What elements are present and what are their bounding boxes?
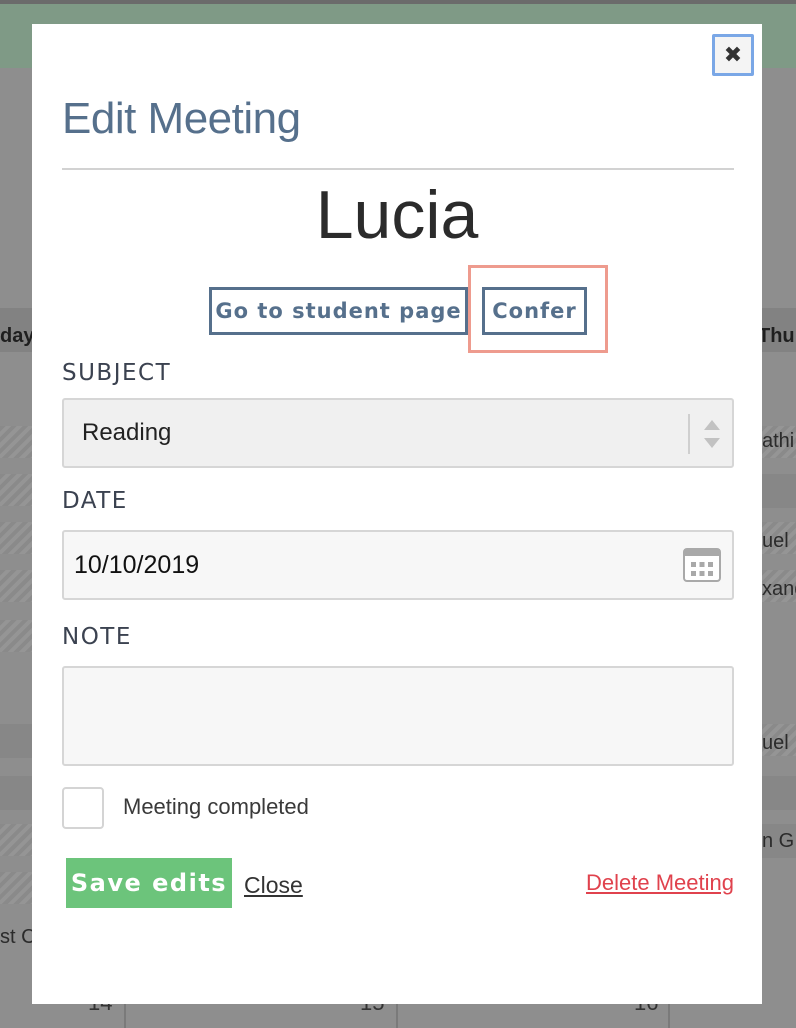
background-cell-text: st C <box>0 926 36 948</box>
background-event <box>0 724 32 758</box>
background-event <box>762 474 796 508</box>
date-label: DATE <box>62 488 128 514</box>
background-event <box>0 474 32 506</box>
subject-select[interactable]: Reading <box>62 398 734 468</box>
save-edits-button[interactable]: Save edits <box>66 858 232 908</box>
calendar-icon[interactable] <box>682 546 722 584</box>
edit-meeting-modal: ✖ Edit Meeting Lucia Go to student page … <box>32 24 762 1004</box>
background-day-label-right: Thu <box>758 325 795 347</box>
delete-meeting-link[interactable]: Delete Meeting <box>586 870 734 896</box>
background-cell-text: athi <box>762 430 795 452</box>
background-cell-text: uel <box>762 530 789 552</box>
modal-title: Edit Meeting <box>62 94 301 143</box>
background-divider <box>124 1004 126 1028</box>
background-divider <box>396 1004 398 1028</box>
select-divider <box>688 414 690 454</box>
subject-value: Reading <box>82 419 172 446</box>
background-divider <box>668 1004 670 1028</box>
confer-button[interactable]: Confer <box>482 287 587 335</box>
meeting-completed-checkbox[interactable] <box>62 787 104 829</box>
background-event <box>0 522 32 554</box>
background-cell-text: n G <box>762 830 795 852</box>
background-event <box>0 570 32 602</box>
date-input[interactable]: 10/10/2019 <box>62 530 734 600</box>
note-textarea[interactable] <box>62 666 734 766</box>
background-event <box>0 872 32 904</box>
subject-label: SUBJECT <box>62 360 172 386</box>
background-day-label-left: day <box>0 325 35 347</box>
meeting-completed-label[interactable]: Meeting completed <box>123 794 309 820</box>
background-cell-text: uel <box>762 732 789 754</box>
close-link[interactable]: Close <box>244 872 303 899</box>
background-event <box>0 620 32 652</box>
go-to-student-page-button[interactable]: Go to student page <box>209 287 468 335</box>
background-event <box>0 426 32 458</box>
note-label: NOTE <box>62 624 132 650</box>
background-event <box>0 824 32 856</box>
background-event <box>762 776 796 810</box>
close-icon[interactable]: ✖ <box>712 34 754 76</box>
date-value: 10/10/2019 <box>74 551 200 579</box>
background-event <box>0 776 32 810</box>
title-divider <box>62 168 734 170</box>
select-arrows-icon <box>704 420 720 448</box>
background-cell-text: xand <box>762 578 796 600</box>
student-name: Lucia <box>315 177 479 253</box>
